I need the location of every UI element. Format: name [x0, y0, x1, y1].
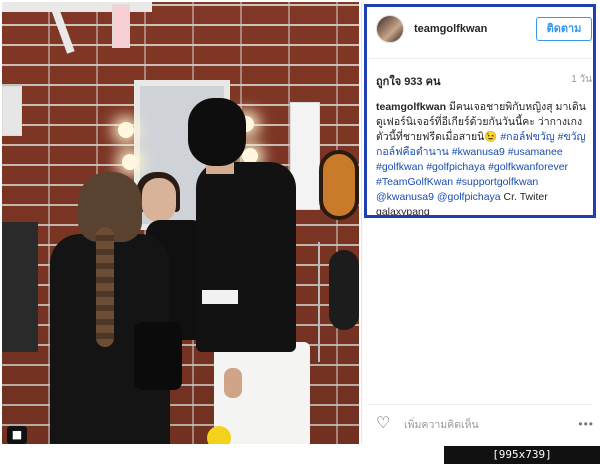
post-time[interactable]: 1 วัน [571, 72, 596, 90]
guitar [319, 150, 359, 220]
man-head [188, 98, 246, 166]
man-shirt [196, 162, 296, 352]
post-sidebar [361, 2, 598, 444]
hanger [318, 242, 320, 362]
price-tag [112, 4, 130, 48]
avatar[interactable] [376, 15, 404, 43]
comment-bar: ♡ เพิ่มความคิดเห็น ••• [376, 414, 594, 434]
wall-item [2, 86, 22, 136]
more-options-icon[interactable]: ••• [578, 417, 594, 431]
caption-username[interactable]: teamgolfkwan [376, 101, 446, 113]
backpack [2, 222, 38, 352]
guitar [329, 250, 359, 330]
balloon [207, 426, 231, 444]
comment-input[interactable]: เพิ่มความคิดเห็น [404, 416, 578, 433]
lamp [122, 154, 138, 170]
heart-icon[interactable]: ♡ [376, 416, 394, 432]
camera-icon: ■ [7, 426, 27, 444]
divider [368, 404, 592, 405]
post-header: teamgolfkwan ติดตาม [376, 12, 592, 46]
lamp [118, 122, 134, 138]
username[interactable]: teamgolfkwan [414, 23, 536, 35]
divider [368, 58, 592, 59]
likes-count[interactable]: ถูกใจ 933 คน [376, 72, 440, 90]
caption: teamgolfkwan มีคนเจอชายพิกับหญิงสุ มาเดิ… [376, 100, 586, 220]
handbag [134, 322, 182, 390]
man-cuff [202, 290, 238, 304]
likes-row: ถูกใจ 933 คน 1 วัน [376, 72, 596, 90]
woman-braid [96, 227, 114, 347]
watermark: [995x739] https://upic.me/ [444, 446, 600, 464]
woman-face [142, 178, 176, 222]
hand [224, 368, 242, 398]
follow-button[interactable]: ติดตาม [536, 17, 592, 41]
post-photo[interactable]: ■ [2, 2, 359, 444]
